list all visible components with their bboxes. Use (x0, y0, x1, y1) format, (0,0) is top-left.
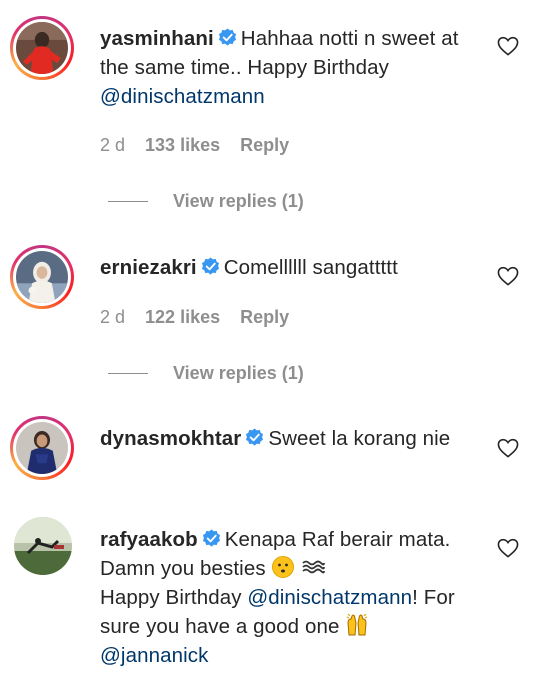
comment-text: Sweet la korang nie (268, 427, 451, 450)
comment-age: 2 d (100, 307, 126, 327)
hushed-face-emoji (271, 555, 295, 579)
username[interactable]: erniezakri (100, 256, 197, 279)
avatar-rafyaakob[interactable] (14, 517, 72, 575)
like-heart-icon[interactable] (497, 438, 519, 458)
avatar-yasminhani[interactable] (10, 16, 74, 80)
view-replies-button[interactable]: View replies (1) (108, 191, 304, 212)
verified-badge-icon (202, 529, 221, 548)
reply-button[interactable]: Reply (240, 135, 289, 155)
reply-button[interactable]: Reply (240, 307, 289, 327)
avatar-photo (16, 22, 68, 74)
mention-link[interactable]: @dinischatzmann (247, 586, 412, 609)
avatar-photo (16, 251, 68, 303)
likes-count[interactable]: 133 likes (145, 135, 220, 155)
comment-meta: 2 d 122 likes Reply (100, 307, 309, 328)
comment-body: dynasmokhtar Sweet la korang nie (100, 424, 475, 453)
username[interactable]: dynasmokhtar (100, 427, 241, 450)
like-heart-icon[interactable] (497, 36, 519, 56)
comment-meta: 2 d 133 likes Reply (100, 135, 309, 156)
likes-count[interactable]: 122 likes (145, 307, 220, 327)
wave-emoji (301, 555, 326, 579)
raised-hands-emoji (345, 613, 369, 637)
view-replies-label: View replies (1) (173, 363, 304, 383)
username[interactable]: yasminhani (100, 27, 214, 50)
like-heart-icon[interactable] (497, 538, 519, 558)
comment-text: Happy Birthday (100, 586, 248, 609)
avatar-photo (14, 517, 72, 575)
comment-age: 2 d (100, 135, 126, 155)
avatar-photo (16, 422, 68, 474)
verified-badge-icon (201, 257, 220, 276)
view-replies-label: View replies (1) (173, 191, 304, 211)
view-replies-button[interactable]: View replies (1) (108, 363, 304, 384)
avatar-dynasmokhtar[interactable] (10, 416, 74, 480)
comment-body: rafyaakob Kenapa Raf berair mata. Damn yo… (100, 525, 475, 670)
comment-text: Comellllll sangattttt (223, 256, 398, 279)
verified-badge-icon (218, 28, 237, 47)
comment-body: yasminhani Hahhaa notti n sweet at the sa… (100, 24, 475, 111)
avatar-erniezakri[interactable] (10, 245, 74, 309)
comment-body: erniezakri Comellllll sangattttt (100, 253, 475, 282)
like-heart-icon[interactable] (497, 266, 519, 286)
divider-line (108, 201, 148, 202)
verified-badge-icon (245, 428, 264, 447)
divider-line (108, 373, 148, 374)
username[interactable]: rafyaakob (100, 528, 198, 551)
mention-link[interactable]: @dinischatzmann (100, 85, 265, 108)
mention-link[interactable]: @jannanick (100, 644, 208, 667)
